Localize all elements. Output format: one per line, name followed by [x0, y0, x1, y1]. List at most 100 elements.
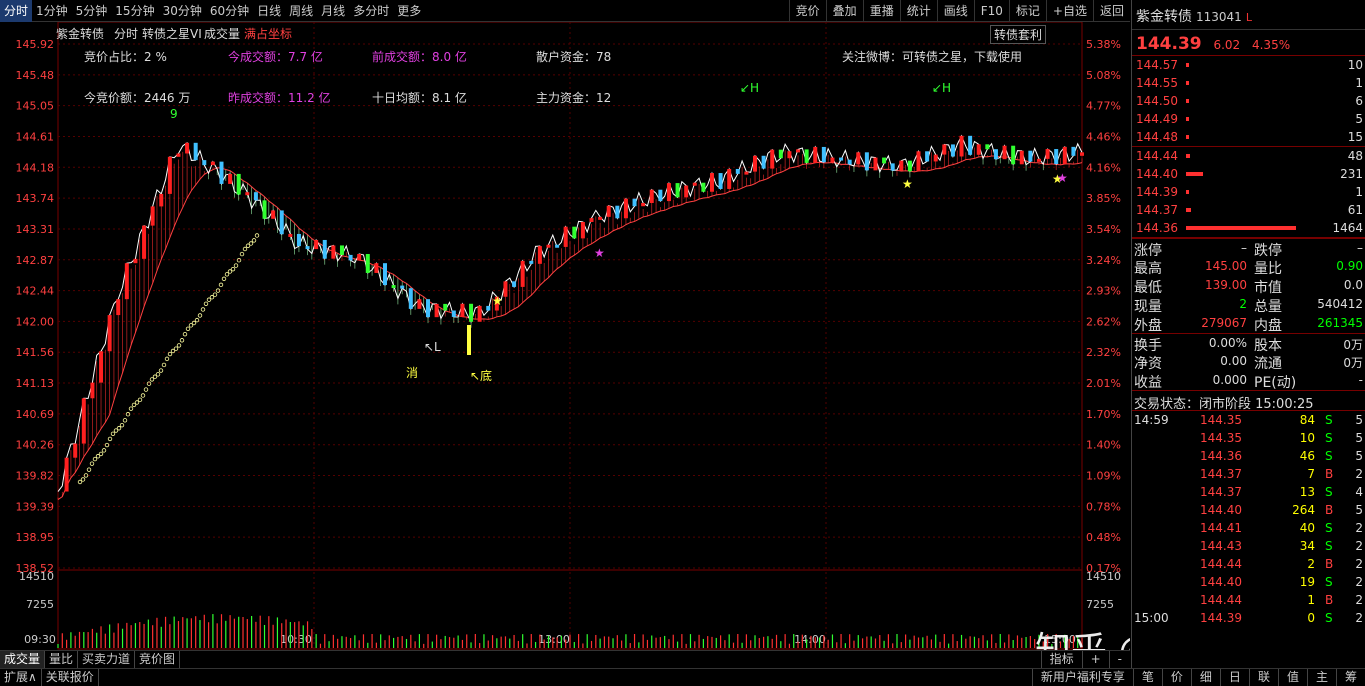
price-bar — [546, 244, 551, 248]
stat-label: 流通 — [1254, 356, 1282, 372]
toolbar-button-8[interactable]: 返回 — [1092, 0, 1130, 22]
bottom-tab-1[interactable]: 量比 — [45, 651, 79, 668]
order-bid-row: 144.40 231 — [1132, 165, 1365, 183]
tick-volume: 1 — [1307, 593, 1315, 607]
tab-6[interactable]: 日线 — [253, 0, 285, 22]
tab-5[interactable]: 60分钟 — [206, 0, 253, 22]
price-bar — [451, 310, 456, 317]
intraday-chart[interactable]: 145.92 5.38% 145.48 5.08% 145.05 4.77% 144.61 4… — [0, 22, 1130, 650]
trend-dot — [212, 292, 218, 297]
status-left-0[interactable]: 扩展∧ — [0, 669, 42, 686]
x-time-label: 09:30 — [24, 633, 56, 646]
bottom-control-2[interactable]: - — [1108, 651, 1130, 668]
tab-1[interactable]: 1分钟 — [32, 0, 72, 22]
tick-list[interactable]: 14:59 144.35 84 S 5 144.35 10 S 5 144.36 46 S 5 144.3… — [1132, 410, 1365, 627]
tab-9[interactable]: 多分时 — [349, 0, 393, 22]
price-bar — [469, 303, 474, 322]
bottom-control-1[interactable]: + — [1081, 651, 1109, 668]
order-ask-row: 144.49 5 — [1132, 110, 1365, 128]
price-bar — [761, 155, 766, 169]
status-right-3[interactable]: 细 — [1190, 669, 1220, 686]
xiao-mark: 消 — [406, 366, 418, 380]
order-volume: 15 — [1347, 130, 1363, 144]
price-bar — [606, 205, 611, 217]
tick-price: 144.44 — [1200, 593, 1242, 607]
status-right-7[interactable]: 主 — [1306, 669, 1336, 686]
price-bar — [486, 305, 491, 311]
toolbar-button-0[interactable]: 竞价 — [788, 0, 826, 22]
y-price-label: 143.74 — [16, 192, 55, 205]
status-bar: 扩展∧ 关联报价 新用户福利专享笔价细日联值主筹 — [0, 668, 1365, 686]
price-volume-svg[interactable]: 145.92 5.38% 145.48 5.08% 145.05 4.77% 144.61 4… — [0, 22, 1130, 650]
price-bar — [589, 218, 594, 222]
order-price: 144.49 — [1136, 112, 1178, 126]
stat-value: 2 — [1239, 297, 1247, 311]
price-bar — [580, 221, 585, 239]
stat-label: 市值 — [1254, 280, 1282, 296]
chart-frame — [57, 22, 1083, 650]
y-price-label: 140.26 — [16, 439, 55, 452]
stat-row: 换手 0.00% 股本 0万 — [1132, 333, 1365, 354]
status-right-5[interactable]: 联 — [1248, 669, 1278, 686]
tick-volume: 40 — [1299, 521, 1315, 535]
y-price-label: 139.82 — [16, 470, 55, 483]
y-price-label: 143.31 — [16, 223, 55, 236]
price-bar — [555, 244, 560, 248]
price-bar — [735, 168, 740, 174]
price-bar — [150, 206, 155, 226]
price-bar — [770, 149, 775, 169]
status-right-8[interactable]: 筹 — [1335, 669, 1365, 686]
price-bar — [959, 135, 964, 157]
status-right-0[interactable]: 新用户福利专享 — [1031, 669, 1133, 686]
bottom-tab-0[interactable]: 成交量 — [0, 651, 46, 668]
tick-row: 144.40 19 S 2 — [1132, 573, 1365, 591]
toolbar-button-7[interactable]: +自选 — [1045, 0, 1093, 22]
trend-dot — [221, 276, 227, 282]
price-bar — [623, 198, 628, 219]
price-bar — [460, 303, 465, 317]
price-bar — [64, 457, 69, 492]
price-bar — [305, 246, 310, 250]
tick-price: 144.40 — [1200, 503, 1242, 517]
tick-volume: 46 — [1299, 449, 1315, 463]
toolbar-button-1[interactable]: 叠加 — [825, 0, 863, 22]
status-right-4[interactable]: 日 — [1219, 669, 1249, 686]
stat-value: 145.00 — [1205, 259, 1247, 273]
stat-value: 139.00 — [1205, 278, 1247, 292]
tick-volume: 2 — [1307, 557, 1315, 571]
toolbar-button-2[interactable]: 重播 — [862, 0, 900, 22]
toolbar-button-6[interactable]: 标记 — [1008, 0, 1046, 22]
stat-label: 收益 — [1134, 375, 1162, 391]
bottom-control-0[interactable]: 指标 — [1040, 651, 1082, 668]
tab-10[interactable]: 更多 — [393, 0, 425, 22]
tick-count: 2 — [1355, 539, 1363, 553]
status-right-6[interactable]: 值 — [1277, 669, 1307, 686]
y-pct-label: 2.01% — [1086, 377, 1121, 390]
stat-value: – — [1241, 241, 1247, 255]
status-right-1[interactable]: 笔 — [1132, 669, 1162, 686]
tick-price: 144.37 — [1200, 467, 1242, 481]
price-bar — [1071, 146, 1076, 156]
status-left-1[interactable]: 关联报价 — [42, 669, 99, 686]
tab-8[interactable]: 月线 — [317, 0, 349, 22]
price-bar — [1002, 145, 1007, 160]
tab-3[interactable]: 15分钟 — [111, 0, 158, 22]
price-bar — [598, 216, 603, 220]
toolbar-button-3[interactable]: 统计 — [899, 0, 937, 22]
volume-bar — [1186, 190, 1189, 194]
toolbar-button-5[interactable]: F10 — [973, 0, 1009, 22]
bottom-tab-2[interactable]: 买卖力道 — [78, 651, 136, 668]
price-bar — [116, 299, 121, 316]
trend-dot — [149, 377, 155, 382]
price-bar — [1028, 150, 1033, 162]
stat-value: 261345 — [1317, 316, 1363, 330]
tab-2[interactable]: 5分钟 — [72, 0, 112, 22]
tick-row: 144.44 2 B 2 — [1132, 555, 1365, 573]
tab-7[interactable]: 周线 — [285, 0, 317, 22]
status-right-2[interactable]: 价 — [1161, 669, 1191, 686]
tab-0[interactable]: 分时 — [0, 0, 33, 22]
tab-4[interactable]: 30分钟 — [159, 0, 206, 22]
price-bar — [73, 443, 78, 458]
toolbar-button-4[interactable]: 画线 — [936, 0, 974, 22]
bottom-tab-3[interactable]: 竞价图 — [135, 651, 181, 668]
